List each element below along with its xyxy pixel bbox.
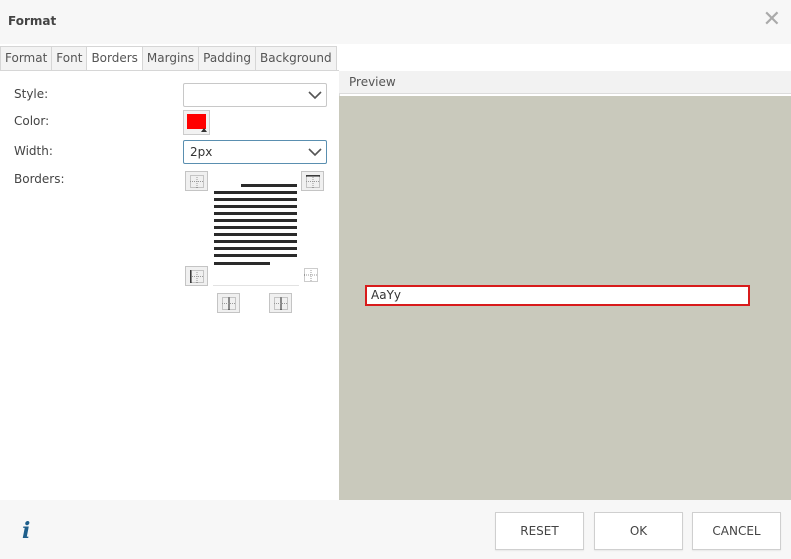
close-icon[interactable]: ✕ [763,9,781,31]
color-label: Color: [14,114,50,128]
tab-borders[interactable]: Borders [87,46,143,71]
tab-bar: Format Font Borders Margins Padding Back… [0,46,337,71]
border-left-icon [190,270,204,283]
tab-padding[interactable]: Padding [199,46,257,71]
borders-label: Borders: [14,172,65,186]
color-picker-button[interactable] [183,110,210,135]
tab-margins[interactable]: Margins [142,46,200,71]
cancel-button[interactable]: CANCEL [692,512,781,550]
style-select[interactable] [183,83,327,107]
tab-font[interactable]: Font [52,46,88,71]
ok-button[interactable]: OK [594,512,683,550]
border-inner-icon [304,268,318,282]
width-select[interactable]: 2px [183,140,327,164]
border-bottom-icon [222,297,236,310]
preview-header: Preview [339,71,791,94]
border-left-button[interactable] [185,266,208,286]
preview-title: Preview [349,75,396,89]
border-diagram [213,172,299,286]
width-select-value: 2px [190,145,213,159]
dialog-titlebar: Format ✕ [0,0,791,44]
border-top-right-button[interactable] [301,171,324,191]
border-right-button[interactable] [304,268,320,284]
dialog-footer: i RESET OK CANCEL [0,500,791,559]
color-swatch [187,114,206,129]
preview-sample-text: AaYy [365,285,750,306]
reset-button[interactable]: RESET [495,512,584,550]
tab-format[interactable]: Format [0,46,53,71]
dialog-title: Format [8,14,57,28]
border-top-icon [306,175,320,188]
border-bottom-left-button[interactable] [217,293,240,313]
text-lines-icon [214,184,297,265]
tab-divider [0,70,339,71]
chevron-down-icon [308,91,322,100]
info-icon[interactable]: i [22,518,30,544]
width-label: Width: [14,144,53,158]
dropdown-arrow-icon [201,128,207,132]
style-label: Style: [14,87,49,101]
tab-background[interactable]: Background [256,46,337,71]
chevron-down-icon [308,148,322,157]
border-grid-icon [190,175,204,188]
border-bottom-right-button[interactable] [269,293,292,313]
border-top-left-button[interactable] [185,171,208,191]
preview-area: AaYy [339,96,791,500]
border-vertical-icon [274,297,288,310]
